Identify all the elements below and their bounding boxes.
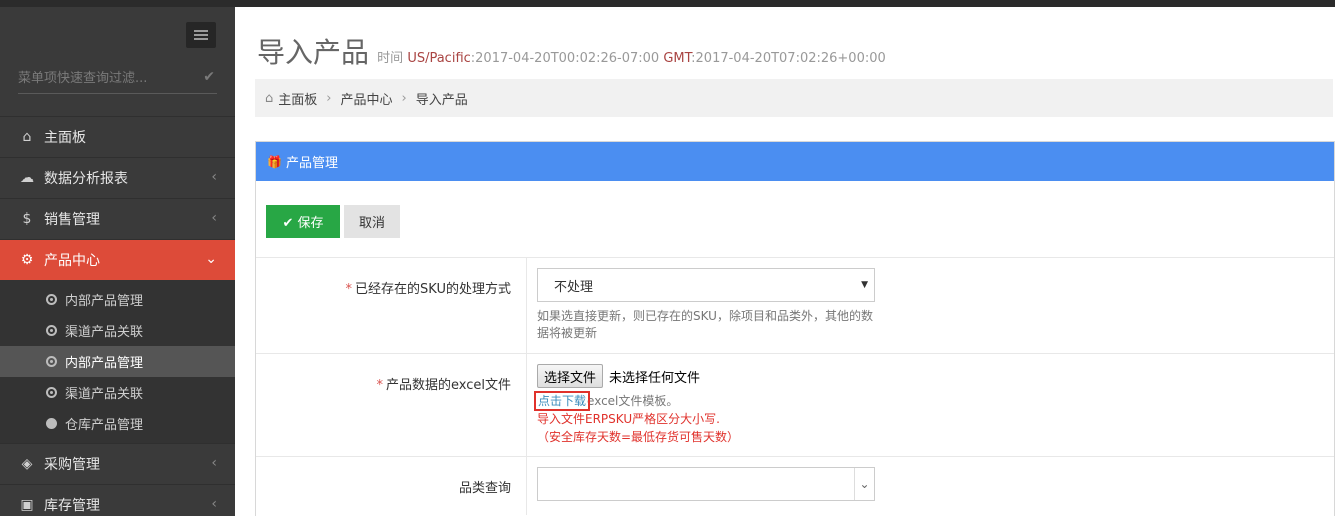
time-prefix: 时间	[377, 51, 404, 66]
download-template: 点击下载excel文件模板。	[533, 391, 679, 411]
sku-handling-label: * 已经存在的SKU的处理方式	[256, 278, 526, 297]
submenu-item[interactable]: 内部产品管理	[0, 284, 235, 315]
check-icon[interactable]: ✔	[203, 69, 215, 85]
excel-label-text: 产品数据的excel文件	[386, 378, 511, 393]
submenu-item-label: 仓库产品管理	[65, 418, 144, 433]
save-label: 保存	[297, 216, 324, 231]
menu-filter: ✔	[18, 64, 217, 94]
panel-body: ✔ 保存 取消 * 已经存在的SKU的处理方式 不处理 ▼ 如果选直接更新，则已存…	[256, 181, 1334, 516]
circle-icon	[46, 387, 57, 398]
cloud-icon: ☁	[20, 170, 34, 186]
top-bar	[0, 0, 1335, 7]
excel-file-field: 选择文件 未选择任何文件 点击下载excel文件模板。 导入文件ERPSKU严格…	[526, 354, 1334, 456]
caret-down-icon: ▼	[861, 280, 868, 290]
submenu-item[interactable]: 渠道产品关联	[0, 377, 235, 408]
chevron-left-icon: ‹	[211, 496, 217, 512]
excel-file-row: * 产品数据的excel文件 选择文件 未选择任何文件 点击下载excel文件模板…	[256, 354, 1334, 457]
category-field: ⌄	[526, 457, 1334, 515]
sidebar-item-label: 数据分析报表	[44, 171, 128, 187]
sku-label-text: 已经存在的SKU的处理方式	[355, 282, 511, 297]
submenu-item-label: 内部产品管理	[65, 294, 144, 309]
page-timestamp: 时间 US/Pacific:2017-04-20T00:02:26-07:00 …	[377, 51, 886, 66]
sidebar-item-inventory[interactable]: ▣ 库存管理 ‹	[0, 484, 235, 516]
required-marker: *	[345, 282, 353, 297]
submenu-item[interactable]: 仓库产品管理	[0, 408, 235, 439]
cancel-button[interactable]: 取消	[344, 205, 400, 238]
home-icon: ⌂	[265, 90, 274, 106]
submenu-item-label: 内部产品管理	[65, 356, 144, 371]
no-file-text: 未选择任何文件	[609, 371, 701, 386]
sidebar-item-product-center[interactable]: ⚙ 产品中心 ⌄	[0, 239, 235, 280]
breadcrumb: ⌂ 主面板 › 产品中心 › 导入产品	[255, 79, 1333, 117]
circle-icon	[46, 294, 57, 305]
time-value: :2017-04-20T00:02:26-07:00	[470, 51, 660, 66]
sidebar-item-reports[interactable]: ☁ 数据分析报表 ‹	[0, 157, 235, 198]
breadcrumb-item: 导入产品	[415, 92, 468, 108]
sidebar-item-purchasing[interactable]: ◈ 采购管理 ‹	[0, 443, 235, 484]
sidebar-item-label: 库存管理	[44, 498, 100, 514]
case-warning: 导入文件ERPSKU严格区分大小写.	[537, 412, 720, 426]
breadcrumb-item[interactable]: 产品中心	[340, 89, 392, 108]
submenu-item[interactable]: 内部产品管理	[0, 346, 235, 377]
chevron-down-icon: ⌄	[205, 251, 217, 267]
cogs-icon: ⚙	[20, 252, 34, 268]
form-actions: ✔ 保存 取消	[256, 181, 1334, 258]
sidebar-item-label: 产品中心	[44, 253, 100, 269]
chevron-left-icon: ‹	[211, 210, 217, 226]
panel-title: 产品管理	[285, 156, 338, 171]
excel-file-label: * 产品数据的excel文件	[256, 374, 526, 393]
chevron-right-icon: ›	[326, 90, 332, 106]
submenu-item-label: 渠道产品关联	[65, 325, 144, 340]
chevron-down-icon: ⌄	[854, 468, 874, 500]
sku-handling-select[interactable]: 不处理 ▼	[537, 268, 875, 302]
main-content: 导入产品 时间 US/Pacific:2017-04-20T00:02:26-0…	[235, 7, 1335, 516]
sku-help-text: 如果选直接更新，则已存在的SKU，除项目和品类外，其他的数据将被更新	[537, 309, 873, 340]
submenu-item-label: 渠道产品关联	[65, 387, 144, 402]
category-label: 品类查询	[458, 481, 511, 496]
chevron-left-icon: ‹	[211, 169, 217, 185]
submenu-item[interactable]: 渠道产品关联	[0, 315, 235, 346]
sidebar-item-label: 采购管理	[44, 457, 100, 473]
sku-handling-field: 不处理 ▼ 如果选直接更新，则已存在的SKU，除项目和品类外，其他的数据将被更新	[526, 258, 1334, 353]
required-marker: *	[376, 378, 384, 393]
circle-icon	[46, 356, 57, 367]
timezone-label: GMT	[663, 51, 692, 66]
chevron-left-icon: ‹	[211, 455, 217, 471]
time-value: :2017-04-20T07:02:26+00:00	[691, 51, 886, 66]
sidebar-item-label: 主面板	[44, 130, 86, 146]
sidebar-item-dashboard[interactable]: ⌂ 主面板	[0, 116, 235, 157]
product-panel: 🎁 产品管理 ✔ 保存 取消 * 已经存在的SKU的处理方式 不处理 ▼ 如果选直…	[255, 141, 1335, 516]
cube-icon: ◈	[21, 456, 33, 472]
sidebar-submenu: 内部产品管理 渠道产品关联 内部产品管理 渠道产品关联 仓库产品管理	[0, 280, 235, 443]
menu-filter-input[interactable]	[18, 64, 188, 92]
safety-stock-note: （安全库存天数=最低存货可售天数）	[537, 430, 740, 444]
download-link[interactable]: 点击下载	[533, 391, 591, 411]
timezone-label: US/Pacific	[407, 51, 471, 66]
page-title-text: 导入产品	[257, 36, 370, 69]
breadcrumb-item[interactable]: 主面板	[278, 89, 317, 108]
gift-icon: 🎁	[267, 154, 282, 169]
sidebar-item-sales[interactable]: $ 销售管理 ‹	[0, 198, 235, 239]
save-button[interactable]: ✔ 保存	[266, 205, 340, 238]
android-icon: ▣	[20, 497, 34, 513]
circle-icon	[46, 325, 57, 336]
choose-file-button[interactable]: 选择文件	[537, 364, 604, 388]
panel-header: 🎁 产品管理	[256, 142, 1334, 181]
sidebar: ✔ ⌂ 主面板 ☁ 数据分析报表 ‹ $ 销售管理 ‹ ⚙ 产品中心 ⌄ 内部产…	[0, 7, 235, 516]
category-select[interactable]: ⌄	[537, 467, 875, 501]
circle-icon	[46, 418, 57, 429]
sku-handling-row: * 已经存在的SKU的处理方式 不处理 ▼ 如果选直接更新，则已存在的SKU，除项…	[256, 258, 1334, 354]
category-row: 品类查询 ⌄	[256, 457, 1334, 515]
menu-toggle-icon[interactable]	[186, 22, 216, 48]
sku-select-value: 不处理	[554, 279, 594, 295]
sidebar-menu: ⌂ 主面板 ☁ 数据分析报表 ‹ $ 销售管理 ‹ ⚙ 产品中心 ⌄ 内部产品管…	[0, 116, 235, 516]
page-title: 导入产品 时间 US/Pacific:2017-04-20T00:02:26-0…	[257, 31, 886, 71]
home-icon: ⌂	[22, 129, 32, 145]
download-suffix: excel文件模板。	[587, 394, 679, 408]
dollar-icon: $	[22, 211, 32, 227]
chevron-right-icon: ›	[401, 90, 407, 106]
sidebar-item-label: 销售管理	[44, 212, 100, 228]
